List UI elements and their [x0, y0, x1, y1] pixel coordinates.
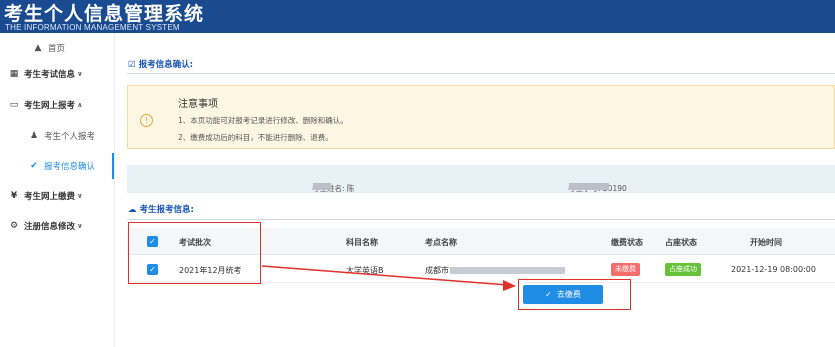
chevron-down-icon: ∨ [77, 222, 83, 230]
unpaid-badge: 未缴费 [611, 263, 640, 276]
gear-icon: ⚙ [9, 221, 19, 231]
cell-start-time: 2021-12-19 08:00:00 [731, 265, 816, 274]
sidebar-item-label: 考生考试信息 [24, 70, 76, 80]
annotation-box-pay [518, 279, 631, 310]
col-start-time: 开始时间 [750, 238, 782, 247]
col-site: 考点名称 [425, 238, 457, 247]
notice-line-2: 2、缴费成功后的科目，不能进行删除、退费。 [178, 133, 333, 142]
col-pay-status: 缴费状态 [611, 238, 643, 247]
sidebar-item-label: 考生网上报考 [24, 101, 76, 111]
sidebar-item-label: 注册信息修改 [24, 222, 76, 232]
checkbox-outline-icon: ☑ [128, 60, 136, 70]
check-circle-icon: ✔ [30, 161, 38, 171]
redacted-mask [313, 183, 331, 190]
warning-icon: ! [140, 114, 153, 127]
sidebar-item-online-payment[interactable]: ¥ 考生网上缴费 ∨ [0, 183, 114, 209]
sidebar-item-registration-confirm[interactable]: ✔ 报考信息确认 [0, 153, 114, 179]
seat-success-badge: 占座成功 [665, 263, 701, 276]
sidebar-item-exam-info[interactable]: ▦ 考生考试信息 ∨ [0, 61, 114, 87]
sidebar-item-personal-registration[interactable]: ♟ 考生个人报考 [0, 123, 114, 149]
section-divider [127, 219, 835, 220]
sidebar-item-label: 首页 [48, 44, 66, 54]
cell-subject: 大学英语B [346, 266, 384, 275]
sidebar-item-label: 考生网上缴费 [24, 192, 76, 202]
sidebar: ▲ 首页 ▦ 考生考试信息 ∨ ▭ 考生网上报考 ∧ ♟ 考生个人报考 ✔ 报考… [0, 33, 115, 347]
chevron-down-icon: ∨ [77, 192, 83, 200]
notice-panel: ! 注意事项 1、本页功能可对报考记录进行修改、删除和确认。 2、缴费成功后的科… [127, 85, 835, 149]
registration-section-label: 考生报考信息: [139, 205, 194, 215]
yen-icon: ¥ [10, 191, 18, 201]
section-divider [127, 73, 835, 74]
main-content: ☑ 报考信息确认: ! 注意事项 1、本页功能可对报考记录进行修改、删除和确认。… [118, 33, 835, 347]
sidebar-item-label: 报考信息确认 [44, 162, 96, 172]
monitor-icon: ▭ [9, 100, 19, 110]
col-seat-status: 占座状态 [665, 238, 697, 247]
notice-line-1: 1、本页功能可对报考记录进行修改、删除和确认。 [178, 116, 348, 125]
cell-site-text: 成都市 [425, 266, 449, 275]
cell-site: 成都市 [425, 265, 565, 276]
redacted-mask [450, 267, 565, 274]
sidebar-item-online-registration[interactable]: ▭ 考生网上报考 ∧ [0, 92, 114, 118]
student-info-bar: 考生姓名: 陈 考生学号: 20190 [127, 165, 835, 193]
person-icon: ♟ [29, 131, 39, 141]
cloud-icon: ☁ [128, 205, 137, 215]
app-subtitle: THE INFORMATION MANAGEMENT SYSTEM [5, 23, 180, 32]
chevron-down-icon: ∨ [77, 70, 83, 78]
grid-icon: ▦ [9, 69, 19, 79]
sidebar-item-edit-registration[interactable]: ⚙ 注册信息修改 ∨ [0, 213, 114, 239]
notice-title: 注意事项 [178, 99, 218, 110]
app-header: 考生个人信息管理系统 THE INFORMATION MANAGEMENT SY… [0, 0, 835, 33]
redacted-mask [569, 183, 609, 190]
confirm-section-label: 报考信息确认: [138, 60, 193, 70]
sidebar-item-label: 考生个人报考 [44, 132, 96, 142]
chevron-up-icon: ∧ [77, 101, 83, 109]
sidebar-item-home[interactable]: ▲ 首页 [0, 35, 114, 61]
col-subject: 科目名称 [346, 238, 378, 247]
registration-section-title: ☁ 考生报考信息: [128, 203, 194, 215]
confirm-section-title: ☑ 报考信息确认: [128, 58, 193, 70]
annotation-box-selection [128, 222, 261, 284]
home-icon: ▲ [34, 43, 42, 53]
